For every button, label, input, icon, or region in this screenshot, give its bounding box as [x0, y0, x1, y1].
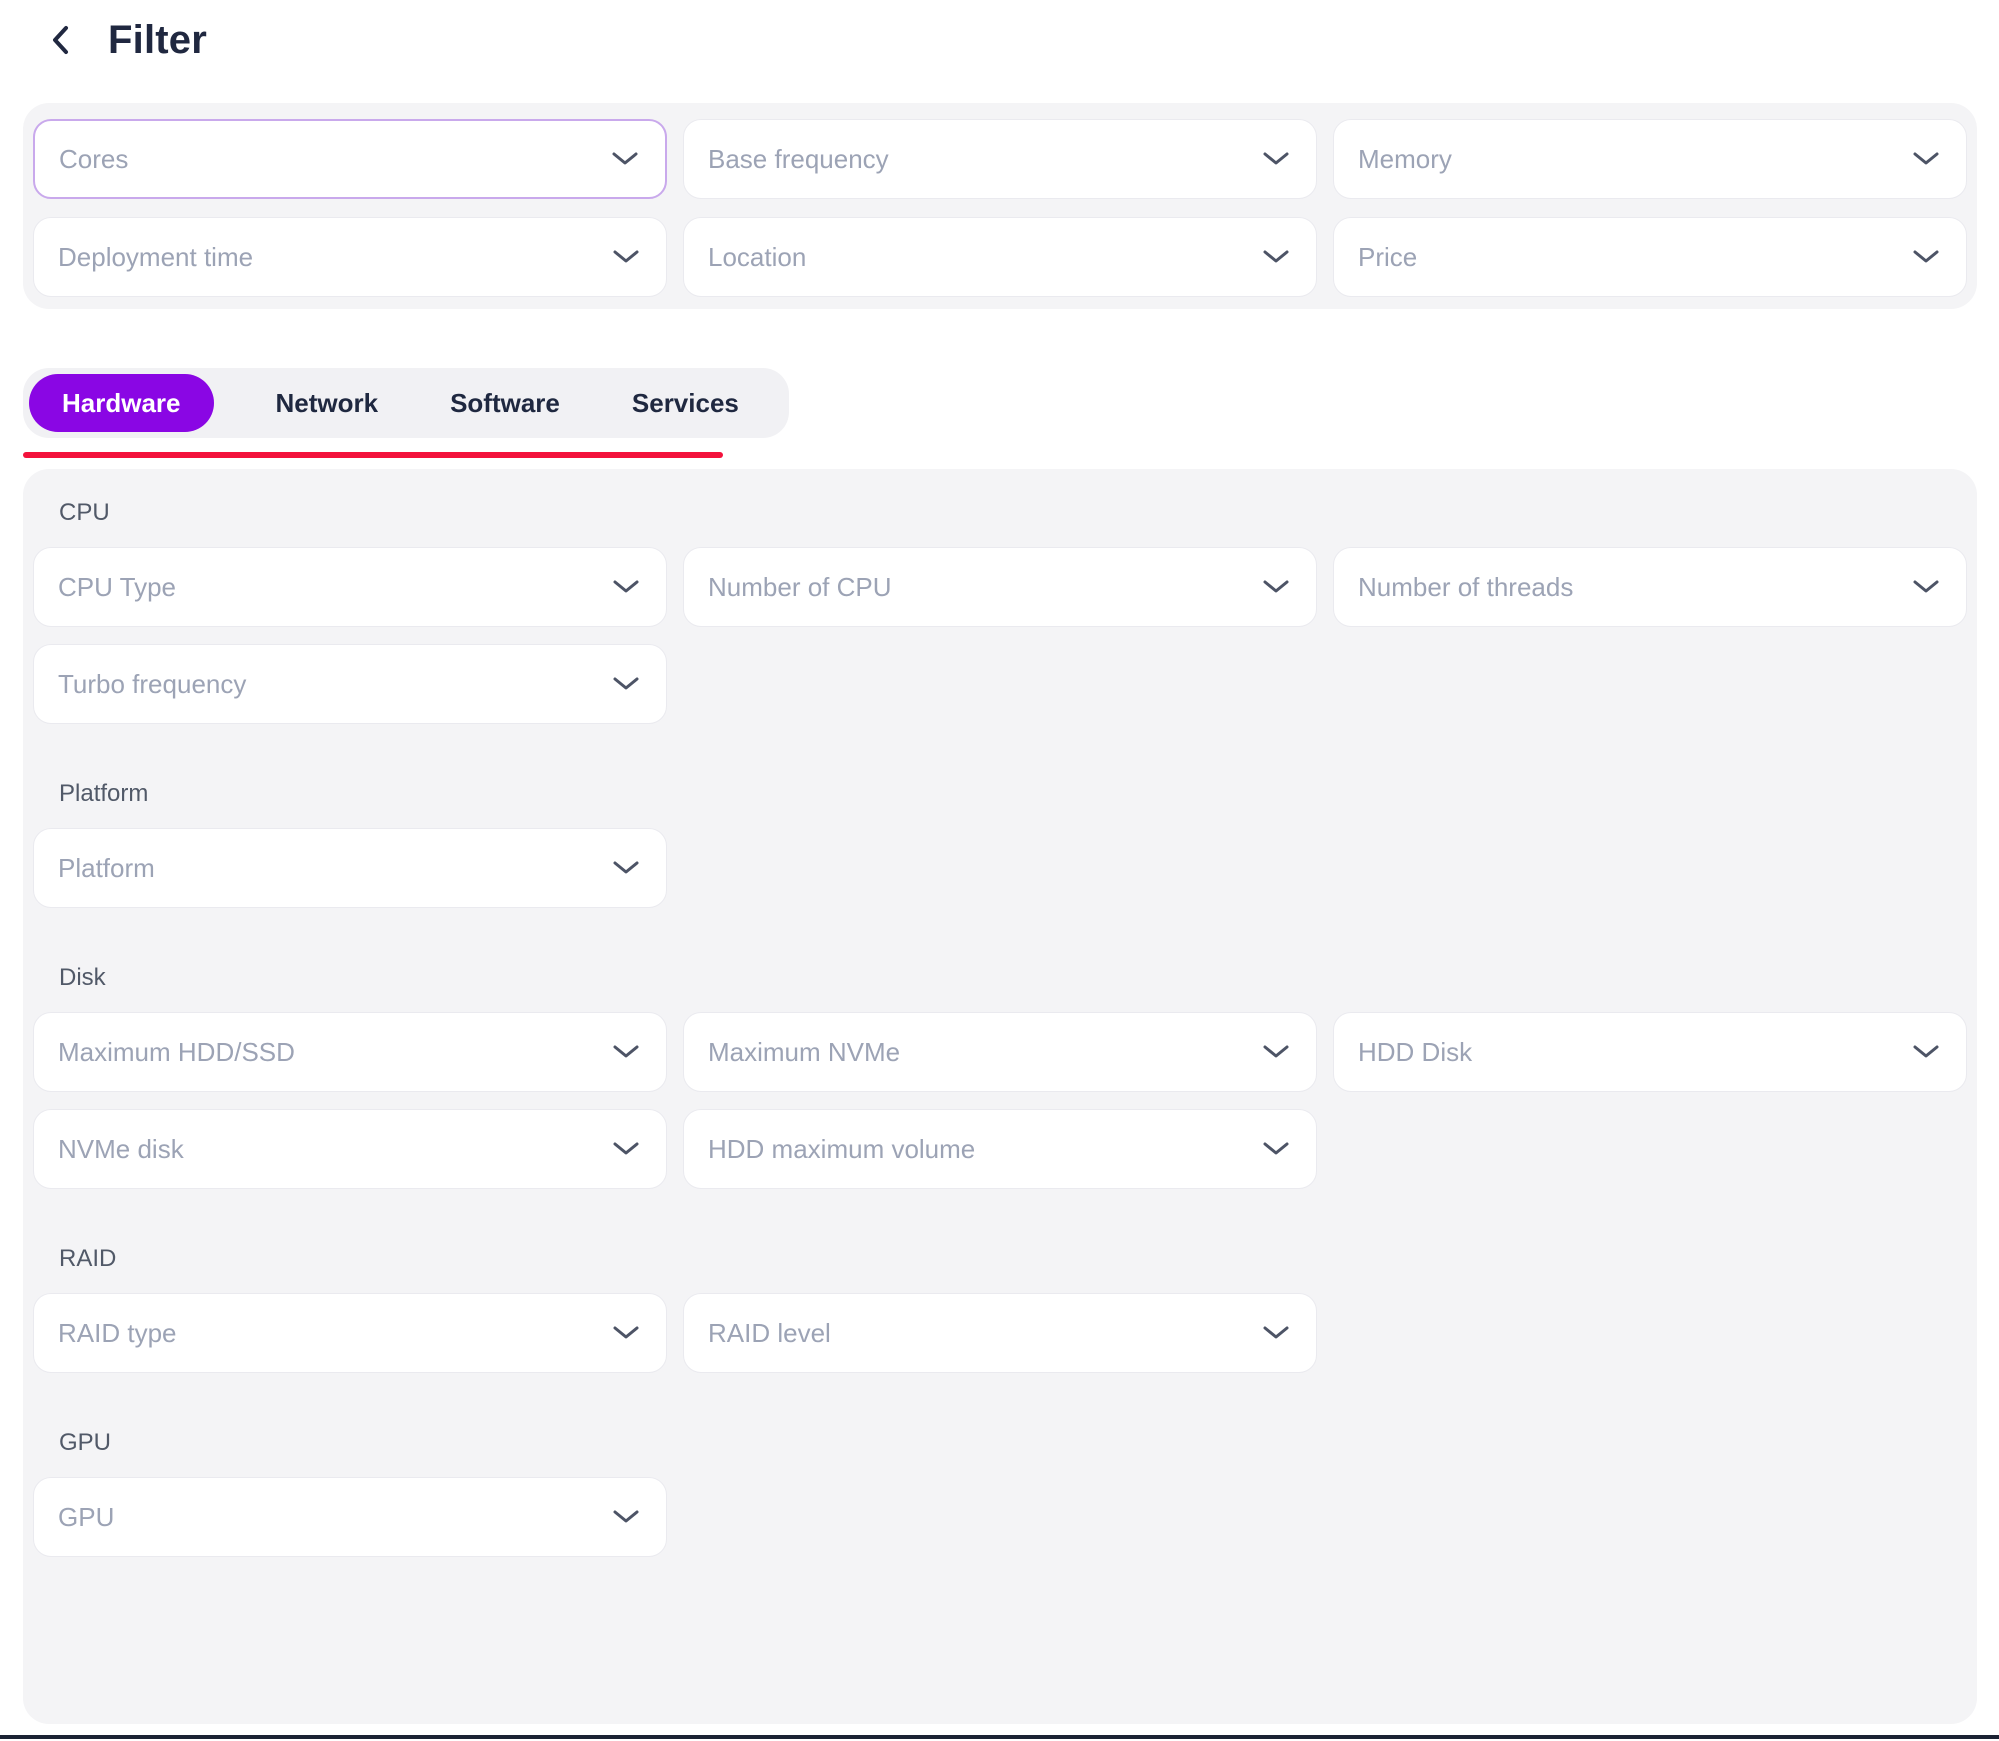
filter-dropdown-maximum-hdd-ssd[interactable]: Maximum HDD/SSD	[33, 1012, 667, 1092]
chevron-down-icon	[1262, 250, 1290, 264]
top-filter-panel: Cores Base frequency Memory Deployment t…	[23, 103, 1977, 309]
chevron-down-icon	[612, 1045, 640, 1059]
filter-section-gpu: GPU GPU	[33, 1429, 1967, 1557]
section-title: CPU	[59, 499, 1967, 527]
chevron-down-icon	[1262, 1326, 1290, 1340]
chevron-down-icon	[612, 1326, 640, 1340]
section-title: Disk	[59, 964, 1967, 992]
page-title: Filter	[108, 18, 207, 63]
window-bottom-border	[0, 1735, 1999, 1739]
chevron-down-icon	[612, 1510, 640, 1524]
dropdown-row: Platform	[33, 828, 1967, 908]
tab-bar: Hardware Network Software Services	[23, 368, 789, 438]
dropdown-row: Maximum HDD/SSD Maximum NVMe HDD Disk	[33, 1012, 1967, 1092]
top-filter-grid: Cores Base frequency Memory Deployment t…	[33, 119, 1967, 297]
filter-dropdown-hdd-disk[interactable]: HDD Disk	[1333, 1012, 1967, 1092]
back-button[interactable]	[42, 22, 78, 58]
dropdown-placeholder: RAID level	[684, 1318, 831, 1349]
dropdown-placeholder: Platform	[34, 853, 155, 884]
dropdown-placeholder: Deployment time	[34, 242, 253, 273]
chevron-down-icon	[1262, 580, 1290, 594]
filter-dropdown-maximum-nvme[interactable]: Maximum NVMe	[683, 1012, 1317, 1092]
filter-section-platform: Platform Platform	[33, 780, 1967, 908]
chevron-down-icon	[1262, 152, 1290, 166]
dropdown-placeholder: Price	[1334, 242, 1417, 273]
dropdown-placeholder: GPU	[34, 1502, 114, 1533]
dropdown-placeholder: Turbo frequency	[34, 669, 246, 700]
chevron-down-icon	[1912, 1045, 1940, 1059]
chevron-down-icon	[612, 861, 640, 875]
filter-dropdown-number-of-cpu[interactable]: Number of CPU	[683, 547, 1317, 627]
dropdown-placeholder: Memory	[1334, 144, 1452, 175]
filter-dropdown-location[interactable]: Location	[683, 217, 1317, 297]
dropdown-placeholder: Base frequency	[684, 144, 889, 175]
dropdown-placeholder: RAID type	[34, 1318, 177, 1349]
section-title: Platform	[59, 780, 1967, 808]
filter-dropdown-memory[interactable]: Memory	[1333, 119, 1967, 199]
dropdown-placeholder: Maximum HDD/SSD	[34, 1037, 295, 1068]
dropdown-placeholder: HDD maximum volume	[684, 1134, 975, 1165]
chevron-down-icon	[1912, 152, 1940, 166]
section-title: RAID	[59, 1245, 1967, 1273]
chevron-down-icon	[1262, 1142, 1290, 1156]
chevron-down-icon	[612, 677, 640, 691]
filter-dropdown-gpu[interactable]: GPU	[33, 1477, 667, 1557]
chevron-down-icon	[1912, 580, 1940, 594]
dropdown-row: NVMe disk HDD maximum volume	[33, 1109, 1967, 1189]
chevron-down-icon	[1912, 250, 1940, 264]
filter-section-cpu: CPU CPU Type Number of CPU Number of thr…	[33, 499, 1967, 724]
hardware-filter-panel: CPU CPU Type Number of CPU Number of thr…	[23, 469, 1977, 1724]
filter-dropdown-turbo-frequency[interactable]: Turbo frequency	[33, 644, 667, 724]
dropdown-placeholder: CPU Type	[34, 572, 176, 603]
filter-dropdown-number-of-threads[interactable]: Number of threads	[1333, 547, 1967, 627]
filter-dropdown-price[interactable]: Price	[1333, 217, 1967, 297]
chevron-down-icon	[1262, 1045, 1290, 1059]
filter-dropdown-platform[interactable]: Platform	[33, 828, 667, 908]
tab-services[interactable]: Services	[622, 388, 749, 419]
filter-dropdown-cores[interactable]: Cores	[33, 119, 667, 199]
filter-dropdown-raid-level[interactable]: RAID level	[683, 1293, 1317, 1373]
dropdown-placeholder: Cores	[35, 144, 128, 175]
dropdown-placeholder: Maximum NVMe	[684, 1037, 900, 1068]
filter-dropdown-hdd-maximum-volume[interactable]: HDD maximum volume	[683, 1109, 1317, 1189]
filter-dropdown-nvme-disk[interactable]: NVMe disk	[33, 1109, 667, 1189]
section-title: GPU	[59, 1429, 1967, 1457]
header: Filter	[0, 10, 207, 70]
filter-section-disk: Disk Maximum HDD/SSD Maximum NVMe HDD Di…	[33, 964, 1967, 1189]
dropdown-row: GPU	[33, 1477, 1967, 1557]
filter-dropdown-raid-type[interactable]: RAID type	[33, 1293, 667, 1373]
tab-network[interactable]: Network	[266, 388, 389, 419]
filter-section-raid: RAID RAID type RAID level	[33, 1245, 1967, 1373]
dropdown-placeholder: NVMe disk	[34, 1134, 184, 1165]
filter-dropdown-deployment-time[interactable]: Deployment time	[33, 217, 667, 297]
filter-dropdown-base-frequency[interactable]: Base frequency	[683, 119, 1317, 199]
chevron-down-icon	[612, 250, 640, 264]
filter-dropdown-cpu-type[interactable]: CPU Type	[33, 547, 667, 627]
chevron-left-icon	[50, 24, 70, 56]
dropdown-row: RAID type RAID level	[33, 1293, 1967, 1373]
active-tab-underline	[23, 452, 723, 458]
dropdown-placeholder: HDD Disk	[1334, 1037, 1472, 1068]
dropdown-row: Turbo frequency	[33, 644, 1967, 724]
dropdown-placeholder: Number of threads	[1334, 572, 1573, 603]
chevron-down-icon	[612, 580, 640, 594]
dropdown-row: CPU Type Number of CPU Number of threads	[33, 547, 1967, 627]
dropdown-placeholder: Location	[684, 242, 806, 273]
chevron-down-icon	[612, 1142, 640, 1156]
tab-software[interactable]: Software	[440, 388, 570, 419]
tab-hardware[interactable]: Hardware	[29, 374, 214, 432]
chevron-down-icon	[611, 152, 639, 166]
dropdown-placeholder: Number of CPU	[684, 572, 892, 603]
